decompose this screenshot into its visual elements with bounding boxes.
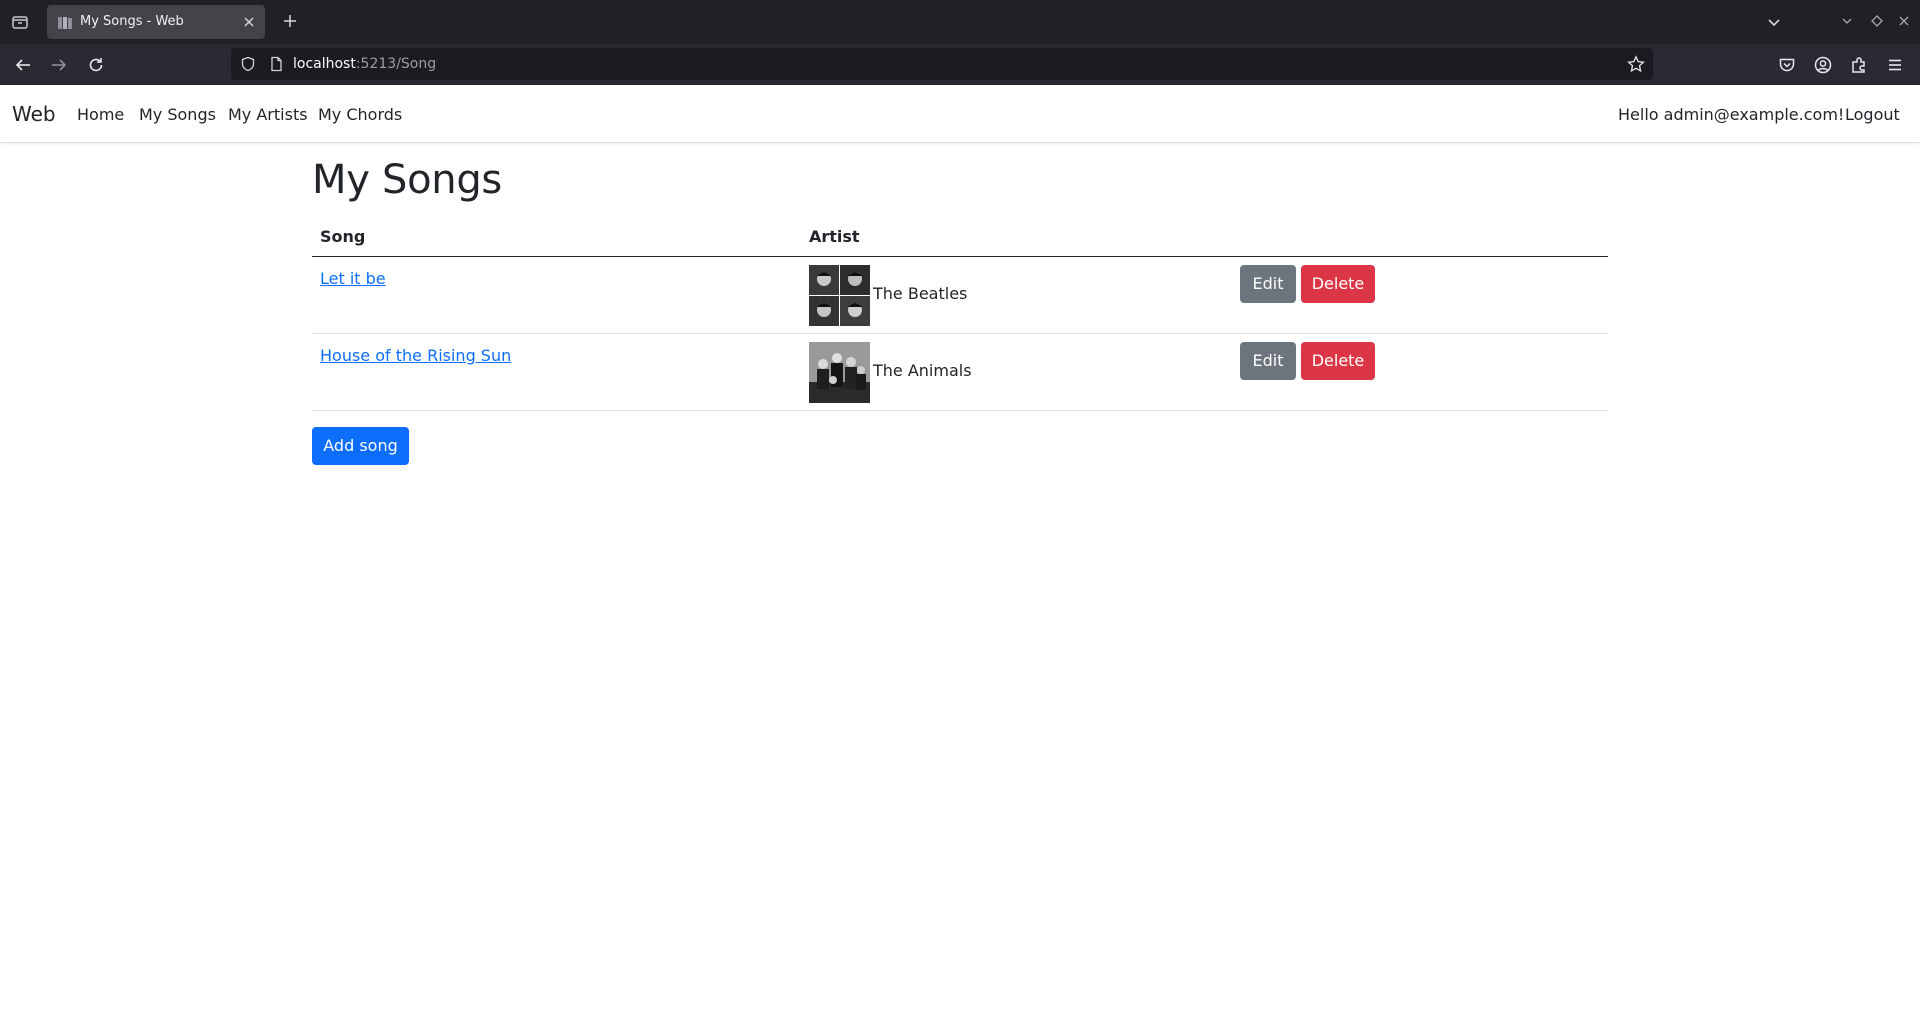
url-bar[interactable]: localhost:5213/Song bbox=[231, 48, 1653, 80]
page-icon bbox=[57, 15, 73, 29]
maximize-icon[interactable] bbox=[1870, 13, 1884, 32]
back-arrow-icon[interactable] bbox=[13, 55, 33, 75]
table-row: House of the Rising Sun The Animals Edit… bbox=[312, 334, 1608, 411]
logout-link[interactable]: Logout bbox=[1845, 105, 1900, 124]
column-header-song: Song bbox=[320, 227, 366, 246]
delete-button[interactable]: Delete bbox=[1301, 342, 1375, 380]
browser-tab-active[interactable]: My Songs - Web bbox=[47, 5, 265, 39]
edit-button[interactable]: Edit bbox=[1240, 342, 1296, 380]
song-link[interactable]: House of the Rising Sun bbox=[320, 346, 511, 365]
extensions-icon[interactable] bbox=[1849, 55, 1869, 75]
browser-tabstrip: My Songs - Web bbox=[0, 0, 1920, 44]
tab-list-icon[interactable] bbox=[10, 12, 30, 32]
browser-toolbar: localhost:5213/Song bbox=[0, 44, 1920, 85]
artist-photo bbox=[809, 342, 870, 403]
nav-link-my-chords[interactable]: My Chords bbox=[318, 105, 402, 124]
column-header-artist: Artist bbox=[809, 227, 860, 246]
shield-icon[interactable] bbox=[240, 56, 256, 72]
close-tab-icon[interactable] bbox=[241, 14, 257, 30]
reload-icon[interactable] bbox=[86, 55, 106, 75]
user-greeting[interactable]: Hello admin@example.com! bbox=[1618, 105, 1844, 124]
artist-photo bbox=[809, 265, 870, 326]
forward-arrow-icon[interactable] bbox=[49, 55, 69, 75]
menu-icon[interactable] bbox=[1885, 55, 1905, 75]
delete-button[interactable]: Delete bbox=[1301, 265, 1375, 303]
page-info-icon[interactable] bbox=[268, 56, 284, 72]
table-row: Let it be The Beatles Edit Delete bbox=[312, 257, 1608, 334]
list-all-tabs-icon[interactable] bbox=[1765, 13, 1783, 35]
url-text[interactable]: localhost:5213/Song bbox=[293, 56, 436, 72]
account-icon[interactable] bbox=[1813, 55, 1833, 75]
window-close-icon[interactable] bbox=[1897, 13, 1911, 32]
edit-button[interactable]: Edit bbox=[1240, 265, 1296, 303]
song-link[interactable]: Let it be bbox=[320, 269, 386, 288]
nav-link-my-songs[interactable]: My Songs bbox=[139, 105, 216, 124]
add-song-button[interactable]: Add song bbox=[312, 427, 409, 465]
page-title: My Songs bbox=[312, 157, 502, 203]
brand-link[interactable]: Web bbox=[12, 102, 56, 126]
tab-title: My Songs - Web bbox=[80, 14, 184, 29]
new-tab-icon[interactable] bbox=[281, 12, 299, 30]
site-navbar: Web Home My Songs My Artists My Chords H… bbox=[0, 85, 1920, 143]
bookmark-star-icon[interactable] bbox=[1627, 55, 1645, 73]
artist-name: The Animals bbox=[873, 361, 972, 380]
pocket-icon[interactable] bbox=[1777, 55, 1797, 75]
artist-name: The Beatles bbox=[873, 284, 968, 303]
minimize-icon[interactable] bbox=[1840, 13, 1854, 32]
nav-link-home[interactable]: Home bbox=[77, 105, 124, 124]
nav-link-my-artists[interactable]: My Artists bbox=[228, 105, 308, 124]
